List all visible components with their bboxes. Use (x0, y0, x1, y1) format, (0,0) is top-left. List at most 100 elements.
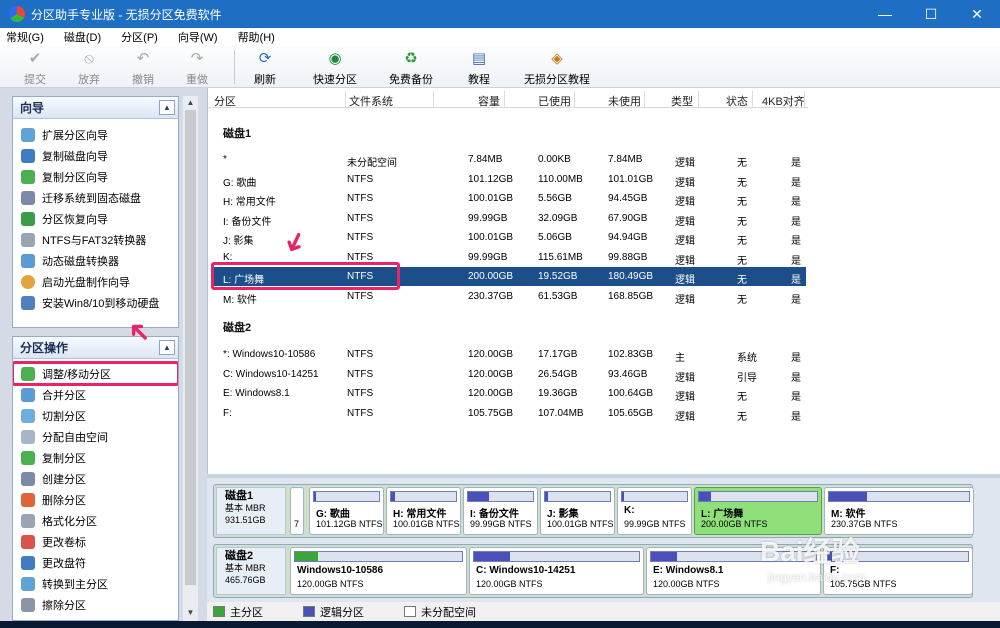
col-status[interactable]: 状态 (726, 93, 748, 109)
cell-align: 是 (791, 294, 801, 306)
refresh-button[interactable]: ⟳ 刷新 (245, 46, 285, 88)
menu-disk[interactable]: 磁盘(D) (64, 29, 101, 45)
left-scrollbar[interactable]: ▲ ▼ (183, 96, 198, 621)
wizard-boot-cd[interactable]: 启动光盘制作向导 (13, 271, 178, 292)
wizard-recover-partition[interactable]: 分区恢复向导 (13, 208, 178, 229)
col-used[interactable]: 已使用 (538, 93, 571, 109)
title-bar: 分区助手专业版 - 无损分区免费软件 — ☐ ✕ (0, 0, 1000, 28)
discard-button[interactable]: ⦸ 放弃 (62, 46, 116, 88)
unallocated-block[interactable]: 7 (290, 487, 304, 535)
cell-cap: 120.00GB (468, 349, 514, 360)
partition-desc: 100.01GB NTFS (393, 519, 460, 529)
cell-used: 107.04MB (538, 407, 584, 419)
op-create[interactable]: 创建分区 (13, 468, 178, 489)
wizard-copy-partition[interactable]: 复制分区向导 (13, 166, 178, 187)
op-convert-primary[interactable]: 转换到主分区 (13, 573, 178, 594)
col-filesystem[interactable]: 文件系统 (349, 93, 393, 109)
cell-align: 是 (791, 411, 801, 423)
cell-fs: 未分配空间 (347, 158, 397, 169)
maximize-button[interactable]: ☐ (908, 0, 954, 28)
minimize-button[interactable]: — (862, 0, 908, 28)
op-change-letter[interactable]: 更改盘符 (13, 552, 178, 573)
usage-bar (467, 491, 534, 502)
col-type[interactable]: 类型 (671, 93, 693, 109)
table-row[interactable]: G: 歌曲 NTFS 101.12GB 110.00MB 101.01GB 逻辑 无 是 (213, 170, 806, 189)
partition-block[interactable]: M: 软件 230.37GB NTFS (824, 487, 974, 535)
table-row[interactable]: *: Windows10-10586 NTFS 120.00GB 17.17GB 102… (213, 345, 806, 364)
wizard-dynamic-disk[interactable]: 动态磁盘转换器 (13, 250, 178, 271)
partition-block[interactable]: J: 影集 100.01GB NTFS (540, 487, 615, 535)
scroll-down-icon[interactable]: ▼ (185, 608, 196, 617)
col-4k-align[interactable]: 4KB对齐 (762, 93, 805, 109)
partition-block[interactable]: H: 常用文件 100.01GB NTFS (386, 487, 461, 535)
partition-block[interactable]: Windows10-10586 120.00GB NTFS (290, 547, 467, 595)
menu-wizard[interactable]: 向导(W) (178, 29, 218, 45)
cell-name: G: 歌曲 (223, 177, 257, 189)
unallocated-swatch (404, 606, 416, 617)
wizard-migrate-os[interactable]: 迁移系统到固态磁盘 (13, 187, 178, 208)
partition-desc: 120.00GB NTFS (653, 579, 720, 589)
cell-align: 是 (791, 158, 801, 169)
cell-cap: 120.00GB (468, 388, 514, 399)
cell-used: 5.56GB (538, 193, 572, 204)
col-capacity[interactable]: 容量 (478, 93, 500, 109)
cell-fs: NTFS (347, 388, 374, 399)
copy-disk-icon (21, 148, 35, 163)
op-format[interactable]: 格式化分区 (13, 510, 178, 531)
partition-block[interactable]: L: 广场舞 200.00GB NTFS (694, 487, 822, 535)
cell-cap: 200.00GB (468, 271, 514, 282)
table-row[interactable]: C: Windows10-14251 NTFS 120.00GB 26.54GB 93.… (213, 365, 806, 384)
partition-block[interactable]: G: 歌曲 101.12GB NTFS (309, 487, 384, 535)
undo-button[interactable]: ↶ 撤销 (116, 46, 170, 88)
wizard-copy-disk[interactable]: 复制磁盘向导 (13, 145, 178, 166)
menu-help[interactable]: 帮助(H) (238, 29, 275, 45)
op-resize-move[interactable]: 调整/移动分区 (13, 361, 178, 386)
cell-name: E: Windows8.1 (223, 388, 290, 399)
copy-icon (21, 450, 35, 465)
op-copy[interactable]: 复制分区 (13, 447, 178, 468)
collapse-wizard-button[interactable]: ▲ (159, 100, 175, 115)
free-backup-button[interactable]: ♻ 免费备份 (375, 46, 447, 88)
cell-used: 115.61MB (538, 251, 583, 263)
usage-fill (295, 552, 319, 561)
cell-name: C: Windows10-14251 (223, 368, 319, 380)
cell-fs: NTFS (347, 407, 374, 419)
cell-cap: 230.37GB (468, 290, 514, 302)
table-row[interactable]: H: 常用文件 NTFS 100.01GB 5.56GB 94.45GB 逻辑 无 是 (213, 189, 806, 208)
col-partition[interactable]: 分区 (214, 93, 236, 109)
cell-name: M: 软件 (223, 294, 257, 306)
split-icon (21, 408, 35, 423)
wizard-win-to-go[interactable]: 安装Win8/10到移动硬盘 (13, 292, 178, 313)
col-unused[interactable]: 未使用 (608, 93, 641, 109)
commit-button[interactable]: ✔ 提交 (8, 46, 62, 88)
op-allocate-space[interactable]: 分配自由空间 (13, 426, 178, 447)
table-row[interactable]: E: Windows8.1 NTFS 120.00GB 19.36GB 100.64GB… (213, 384, 806, 403)
scroll-up-icon[interactable]: ▲ (185, 98, 196, 107)
partition-block[interactable]: K: 99.99GB NTFS (617, 487, 692, 535)
lossless-tutorial-button[interactable]: ◈ 无损分区教程 (517, 46, 597, 88)
wizard-ntfs-fat32[interactable]: NTFS与FAT32转换器 (13, 229, 178, 250)
collapse-ops-button[interactable]: ▲ (159, 340, 175, 355)
partition-desc: 99.99GB NTFS (470, 519, 532, 529)
op-delete[interactable]: 删除分区 (13, 489, 178, 510)
scroll-thumb[interactable] (185, 110, 196, 585)
table-row[interactable]: F: NTFS 105.75GB 107.04MB 105.65GB 逻辑 无 是 (213, 404, 806, 423)
op-split[interactable]: 切割分区 (13, 405, 178, 426)
quick-partition-button[interactable]: ◉ 快速分区 (299, 46, 371, 88)
partition-block[interactable]: C: Windows10-14251 120.00GB NTFS (469, 547, 644, 595)
menu-partition[interactable]: 分区(P) (121, 29, 158, 45)
tutorial-button[interactable]: ▤ 教程 (455, 46, 503, 88)
op-wipe[interactable]: 擦除分区 (13, 594, 178, 615)
redo-button[interactable]: ↷ 重做 (170, 46, 224, 88)
app-logo-icon (9, 6, 25, 22)
cell-status: 系统 (737, 353, 757, 364)
wizard-extend-partition[interactable]: 扩展分区向导 (13, 124, 178, 145)
menu-general[interactable]: 常规(G) (6, 29, 44, 45)
drive-letter-icon (21, 555, 35, 570)
op-change-label[interactable]: 更改卷标 (13, 531, 178, 552)
close-button[interactable]: ✕ (954, 0, 1000, 28)
partition-block[interactable]: I: 备份文件 99.99GB NTFS (463, 487, 538, 535)
op-merge[interactable]: 合并分区 (13, 384, 178, 405)
table-row[interactable]: I: 备份文件 NTFS 99.99GB 32.09GB 67.90GB 逻辑 无 是 (213, 209, 806, 228)
table-row[interactable]: * 未分配空间 7.84MB 0.00KB 7.84MB 逻辑 无 是 (213, 150, 806, 169)
